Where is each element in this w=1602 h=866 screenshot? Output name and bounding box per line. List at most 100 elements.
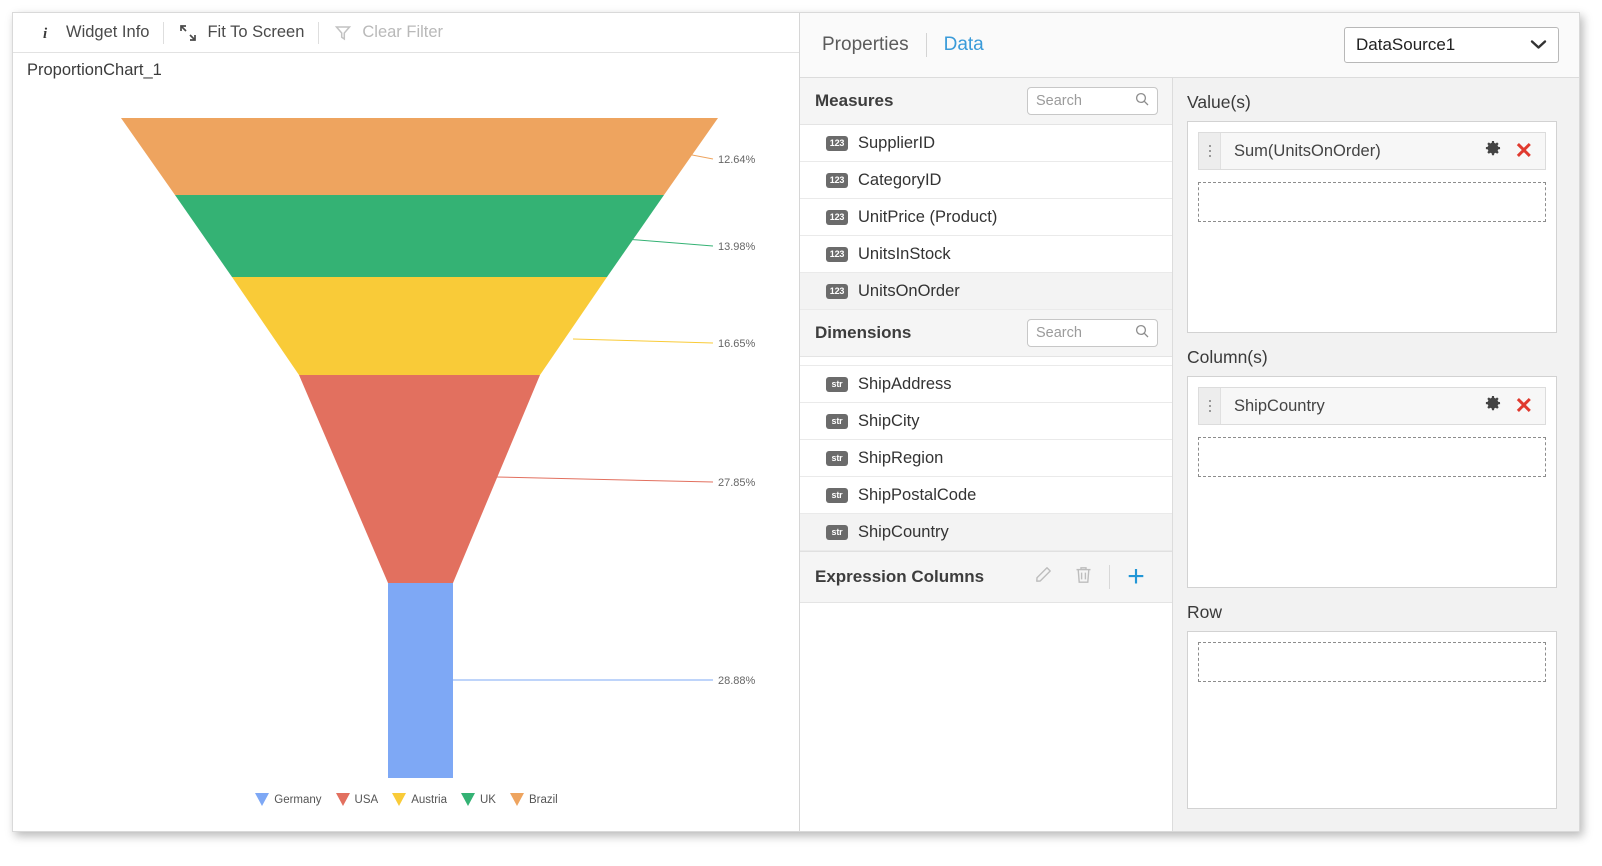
values-pill-actions: ✕ (1483, 139, 1545, 163)
properties-pane: Properties Data DataSource1 Measures Sea… (800, 13, 1579, 831)
measure-item-unitprice-product[interactable]: 123 UnitPrice (Product) (800, 199, 1172, 236)
chart-toolbar: i Widget Info Fit To Screen Clear Filter (13, 13, 799, 53)
chart-legend: Germany USA Austria UK Brazil (13, 793, 800, 806)
legend-item[interactable]: Austria (392, 793, 447, 806)
columns-shelf[interactable]: ShipCountry ✕ (1187, 376, 1557, 588)
row-dropzone[interactable] (1198, 642, 1546, 682)
clear-filter-button[interactable]: Clear Filter (321, 19, 455, 47)
dimension-item-shipregion[interactable]: str ShipRegion (800, 440, 1172, 477)
legend-item[interactable]: UK (461, 793, 496, 806)
legend-item[interactable]: Germany (255, 793, 322, 806)
gear-icon[interactable] (1483, 139, 1502, 163)
legend-label: USA (354, 793, 379, 806)
fit-to-screen-button[interactable]: Fit To Screen (166, 19, 316, 47)
widget-info-label: Widget Info (66, 23, 150, 41)
tab-data[interactable]: Data (944, 34, 984, 56)
legend-marker-icon (335, 793, 350, 806)
funnel-segment-uk[interactable] (175, 195, 664, 277)
field-type-icon: 123 (826, 283, 848, 299)
measures-title: Measures (815, 91, 894, 110)
gear-icon[interactable] (1483, 394, 1502, 418)
funnel-label-brazil: 12.64% (718, 154, 756, 166)
field-type-icon: 123 (826, 246, 848, 262)
columns-pill-label: ShipCountry (1234, 396, 1325, 415)
measure-item-unitsonorder[interactable]: 123 UnitsOnOrder (800, 273, 1172, 310)
shelves-column: Value(s) Sum(UnitsOnOrder) ✕ Column(s) S… (1173, 78, 1579, 831)
funnel-segment-austria[interactable] (232, 277, 607, 375)
funnel-segment-germany[interactable] (388, 583, 453, 778)
funnel-label-germany: 28.88% (718, 675, 756, 687)
legend-marker-icon (509, 793, 524, 806)
measures-search[interactable] (1027, 87, 1158, 115)
delete-expression-button[interactable] (1063, 561, 1103, 593)
values-shelf-label: Value(s) (1187, 92, 1251, 112)
drag-handle-icon[interactable] (1199, 388, 1221, 424)
measures-header: Measures (800, 78, 1172, 125)
dimensions-list: str ShipAddress str ShipCity str ShipRegion st… (800, 366, 1172, 551)
dimension-item-label: ShipPostalCode (858, 485, 977, 504)
legend-label: Austria (411, 793, 447, 806)
legend-item[interactable]: USA (335, 793, 379, 806)
values-dropzone[interactable] (1198, 182, 1546, 222)
filter-icon (333, 23, 353, 43)
remove-value-button[interactable]: ✕ (1515, 140, 1533, 162)
funnel-segment-usa[interactable] (299, 375, 540, 583)
legend-item[interactable]: Brazil (509, 793, 558, 806)
plus-icon: + (1127, 560, 1145, 593)
values-pill-sum-unitsonorder[interactable]: Sum(UnitsOnOrder) ✕ (1198, 132, 1546, 170)
dimensions-search-input[interactable] (1036, 325, 1135, 341)
expression-columns-title: Expression Columns (815, 567, 985, 586)
properties-header: Properties Data DataSource1 (800, 13, 1579, 78)
add-expression-button[interactable]: + (1116, 561, 1156, 593)
edit-expression-button[interactable] (1023, 561, 1063, 593)
remove-column-button[interactable]: ✕ (1515, 395, 1533, 417)
expression-columns-header: Expression Columns + (800, 551, 1172, 603)
dimensions-header: Dimensions (800, 310, 1172, 357)
legend-label: UK (480, 793, 496, 806)
funnel-chart-svg: 12.64% 13.98% 16.65% 27.85% 28.88% (121, 118, 756, 778)
datasource-dropdown[interactable]: DataSource1 (1344, 27, 1559, 63)
datasource-value: DataSource1 (1356, 35, 1456, 54)
dimension-item-label: ShipAddress (858, 374, 952, 393)
tab-properties[interactable]: Properties (822, 34, 909, 56)
measures-search-input[interactable] (1036, 93, 1135, 109)
expand-icon (178, 23, 198, 43)
drag-handle-icon[interactable] (1199, 133, 1221, 169)
dimension-item-label: ShipRegion (858, 448, 944, 467)
dimensions-title: Dimensions (815, 323, 912, 342)
dimension-item-shipcountry[interactable]: str ShipCountry (800, 514, 1172, 551)
field-type-icon: 123 (826, 135, 848, 151)
pencil-icon (1035, 566, 1052, 588)
funnel-segment-brazil[interactable] (121, 118, 718, 195)
field-type-icon: str (826, 376, 848, 392)
row-shelf[interactable] (1187, 631, 1557, 809)
dimension-item-label: ShipCity (858, 411, 920, 430)
funnel-label-usa: 27.85% (718, 477, 756, 489)
search-icon (1135, 92, 1149, 111)
toolbar-divider-2 (318, 21, 320, 44)
values-shelf[interactable]: Sum(UnitsOnOrder) ✕ (1187, 121, 1557, 333)
dimension-item-shippostalcode[interactable]: str ShipPostalCode (800, 477, 1172, 514)
measure-item-label: UnitsInStock (858, 244, 951, 263)
measure-item-label: SupplierID (858, 133, 936, 152)
field-type-icon: 123 (826, 172, 848, 188)
dimension-item-shipcity[interactable]: str ShipCity (800, 403, 1172, 440)
measures-list: 123 SupplierID 123 CategoryID 123 UnitPrice (… (800, 125, 1172, 310)
legend-marker-icon (461, 793, 475, 806)
expression-columns-actions: + (1023, 561, 1156, 593)
measure-item-supplierid[interactable]: 123 SupplierID (800, 125, 1172, 162)
clear-filter-label: Clear Filter (362, 23, 444, 41)
widget-info-button[interactable]: i Widget Info (25, 19, 161, 47)
measure-item-label: UnitPrice (Product) (858, 207, 998, 226)
dimensions-search[interactable] (1027, 319, 1158, 347)
dimension-item-label: ShipCountry (858, 522, 949, 541)
chart-pane: i Widget Info Fit To Screen Clear Filter… (13, 13, 800, 831)
dimension-item-shipaddress[interactable]: str ShipAddress (800, 366, 1172, 403)
funnel-label-uk: 13.98% (718, 241, 756, 253)
field-type-icon: str (826, 524, 848, 540)
measure-item-unitsinstock[interactable]: 123 UnitsInStock (800, 236, 1172, 273)
columns-dropzone[interactable] (1198, 437, 1546, 477)
measure-item-categoryid[interactable]: 123 CategoryID (800, 162, 1172, 199)
columns-pill-actions: ✕ (1483, 394, 1545, 418)
columns-pill-shipcountry[interactable]: ShipCountry ✕ (1198, 387, 1546, 425)
